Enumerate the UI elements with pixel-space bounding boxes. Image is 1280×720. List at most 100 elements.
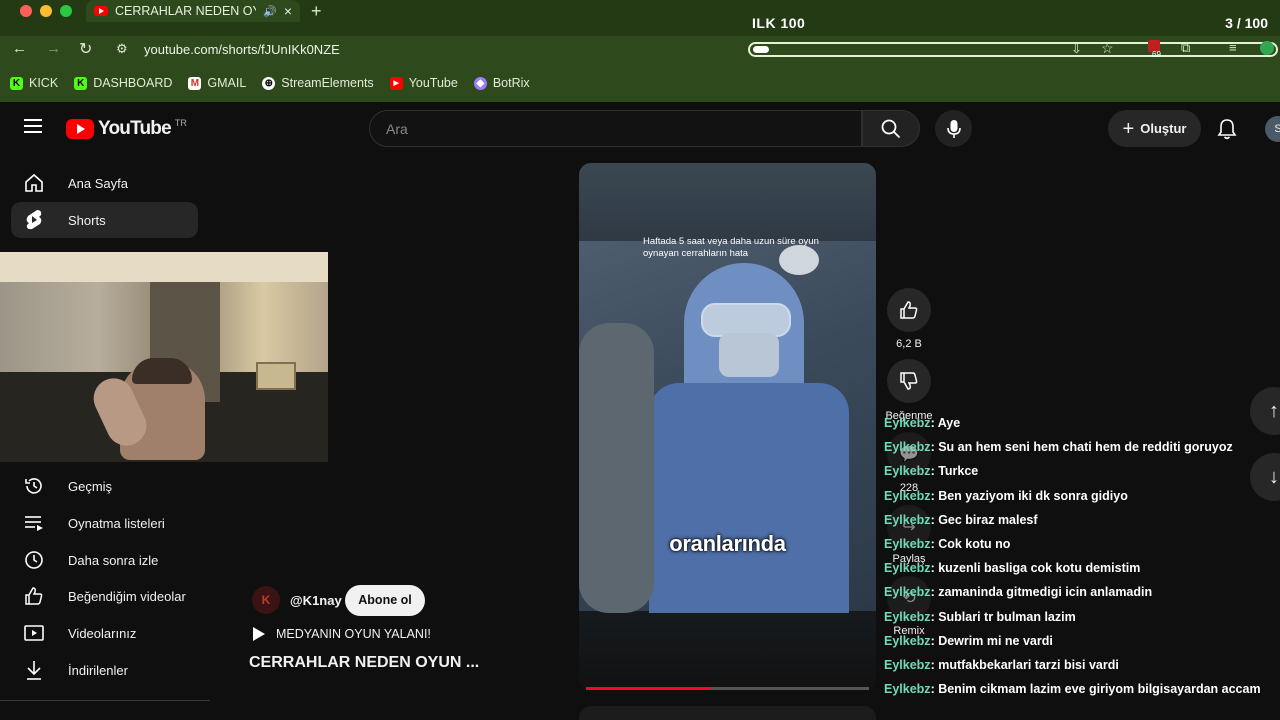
close-tab-icon[interactable]: × (284, 3, 292, 19)
chat-text: : Su an hem seni hem chati hem de reddit… (930, 440, 1233, 455)
bookmark-dashboard[interactable]: K DASHBOARD (74, 76, 172, 90)
microphone-icon (946, 119, 961, 138)
thumbs-up-icon (900, 301, 918, 319)
sidebar-item-playlists[interactable]: Oynatma listeleri (11, 505, 198, 541)
bookmark-botrix[interactable]: ◆ BotRix (473, 76, 530, 90)
sidebar-divider (0, 700, 210, 701)
next-short-button[interactable]: ↓ (1250, 453, 1280, 501)
chat-text: : zamaninda gitmedigi icin anlamadin (930, 585, 1153, 600)
clock-icon (23, 549, 45, 571)
arrow-up-icon: ↑ (1269, 399, 1279, 422)
like-button[interactable] (887, 288, 931, 332)
botrix-icon: ◆ (473, 76, 487, 90)
sidebar-item-home[interactable]: Ana Sayfa (11, 165, 198, 201)
video-progress-track[interactable] (586, 687, 869, 690)
short-title[interactable]: CERRAHLAR NEDEN OYUN ... (249, 654, 479, 672)
chat-text: : Sublari tr bulman lazim (930, 609, 1076, 624)
thumbs-up-icon (23, 585, 45, 607)
site-settings-icon[interactable]: ⚙ (116, 41, 128, 57)
minimize-window-button[interactable] (40, 5, 52, 17)
search-input[interactable]: Ara (369, 110, 862, 147)
sidebar-item-watch-later[interactable]: Daha sonra izle (11, 542, 198, 578)
download-icon (23, 659, 45, 681)
chat-username: Eylkebz (884, 488, 931, 503)
home-icon (23, 172, 45, 194)
sidebar-item-liked-videos[interactable]: Beğendiğim videolar (11, 578, 198, 614)
channel-avatar[interactable]: K (252, 586, 280, 614)
dislike-button[interactable] (887, 359, 931, 403)
speaker-icon[interactable]: 🔊 (263, 5, 277, 18)
kick-icon: K (10, 76, 23, 90)
create-button[interactable]: + Oluştur (1108, 110, 1201, 147)
chat-message: Eylkebz: Su an hem seni hem chati hem de… (884, 440, 1233, 454)
chat-username: Eylkebz (884, 512, 931, 527)
notifications-bell-icon[interactable] (1217, 118, 1237, 140)
close-window-button[interactable] (20, 5, 32, 17)
next-video-preview (579, 706, 876, 720)
bookmark-streamelements[interactable]: ⊕ StreamElements (262, 76, 374, 90)
menu-icon[interactable] (24, 119, 42, 133)
overlay-progress-fill (753, 46, 769, 53)
extensions-puzzle-icon[interactable]: ⧉ (1181, 40, 1190, 56)
forward-icon[interactable]: → (46, 40, 61, 57)
chat-text: : Benim cikmam lazim eve giriyom bilgisa… (930, 682, 1261, 697)
youtube-logo[interactable]: YouTube TR (66, 118, 187, 140)
voice-search-button[interactable] (935, 110, 972, 147)
sidebar-item-downloads[interactable]: İndirilenler (11, 652, 198, 688)
bookmarks-bar: K KICK K DASHBOARD M GMAIL ⊕ StreamElements … (0, 64, 1280, 102)
chat-username: Eylkebz (884, 440, 931, 455)
chat-username: Eylkebz (884, 537, 931, 551)
chat-text: : Cok kotu no (930, 537, 1011, 551)
chat-message: Eylkebz: Dewrim mi ne vardi (884, 634, 1053, 648)
install-icon[interactable]: ⇩ (1071, 41, 1082, 57)
channel-name[interactable]: @K1nay (290, 593, 342, 608)
bookmark-kick[interactable]: K KICK (10, 76, 58, 90)
chat-username: Eylkebz (884, 416, 931, 430)
bookmark-gmail[interactable]: M GMAIL (188, 76, 246, 90)
chat-message: Eylkebz: Gec biraz malesf (884, 513, 1038, 527)
sidebar-item-your-videos[interactable]: Videolarınız (11, 615, 198, 651)
chat-message: Eylkebz: Aye (884, 416, 960, 430)
back-icon[interactable]: ← (12, 40, 27, 57)
chat-username: Eylkebz (884, 585, 931, 600)
webcam-overlay (0, 252, 328, 462)
youtube-icon: ▶ (389, 76, 403, 90)
tab-active[interactable]: CERRAHLAR NEDEN OYUN 🔊 × (86, 0, 300, 22)
zoom-window-button[interactable] (60, 5, 72, 17)
bookmark-star-icon[interactable]: ☆ (1101, 40, 1114, 57)
sidebar-item-shorts[interactable]: Shorts (11, 202, 198, 238)
short-video-player[interactable]: Haftada 5 saat veya daha uzun süre oyun … (579, 163, 876, 691)
chat-message: Eylkebz: mutfakbekarlari tarzi bisi vard… (884, 658, 1119, 672)
chat-message: Eylkebz: Benim cikmam lazim eve giriyom … (884, 682, 1261, 696)
chat-text: : Turkce (930, 464, 979, 479)
search-button[interactable] (862, 110, 920, 147)
chat-username: Eylkebz (884, 464, 931, 479)
overlay-count: 3 / 100 (1225, 15, 1268, 31)
history-icon (23, 475, 45, 497)
overlay-title: ILK 100 (752, 15, 806, 31)
subscribe-button[interactable]: Abone ol (345, 585, 425, 616)
account-avatar[interactable]: S (1265, 116, 1280, 142)
new-tab-button[interactable]: + (311, 1, 322, 22)
youtube-favicon-icon (94, 6, 108, 16)
media-controls-icon[interactable]: ≡ (1229, 40, 1237, 55)
chat-username: Eylkebz (884, 682, 931, 697)
chat-message: Eylkebz: Sublari tr bulman lazim (884, 610, 1076, 624)
chat-text: : Aye (930, 416, 961, 430)
chat-username: Eylkebz (884, 561, 931, 576)
extension-badge: 69 (1152, 50, 1161, 59)
plus-icon: + (1122, 117, 1135, 140)
gmail-icon: M (188, 76, 202, 90)
like-count: 6,2 B (896, 338, 922, 350)
play-icon (253, 627, 265, 641)
sidebar-item-history[interactable]: Geçmiş (11, 468, 198, 504)
reload-icon[interactable]: ↻ (79, 39, 92, 59)
overlay-progress-bar (748, 42, 1278, 57)
address-bar[interactable]: youtube.com/shorts/fJUnIKk0NZE (144, 42, 340, 57)
playlist-link[interactable]: MEDYANIN OYUN YALANI! (276, 627, 431, 641)
playlists-icon (23, 512, 45, 534)
chat-text: : kuzenli basliga cok kotu demistim (930, 561, 1141, 576)
previous-short-button[interactable]: ↑ (1250, 387, 1280, 435)
profile-icon[interactable] (1260, 41, 1274, 55)
bookmark-youtube[interactable]: ▶ YouTube (389, 76, 458, 90)
